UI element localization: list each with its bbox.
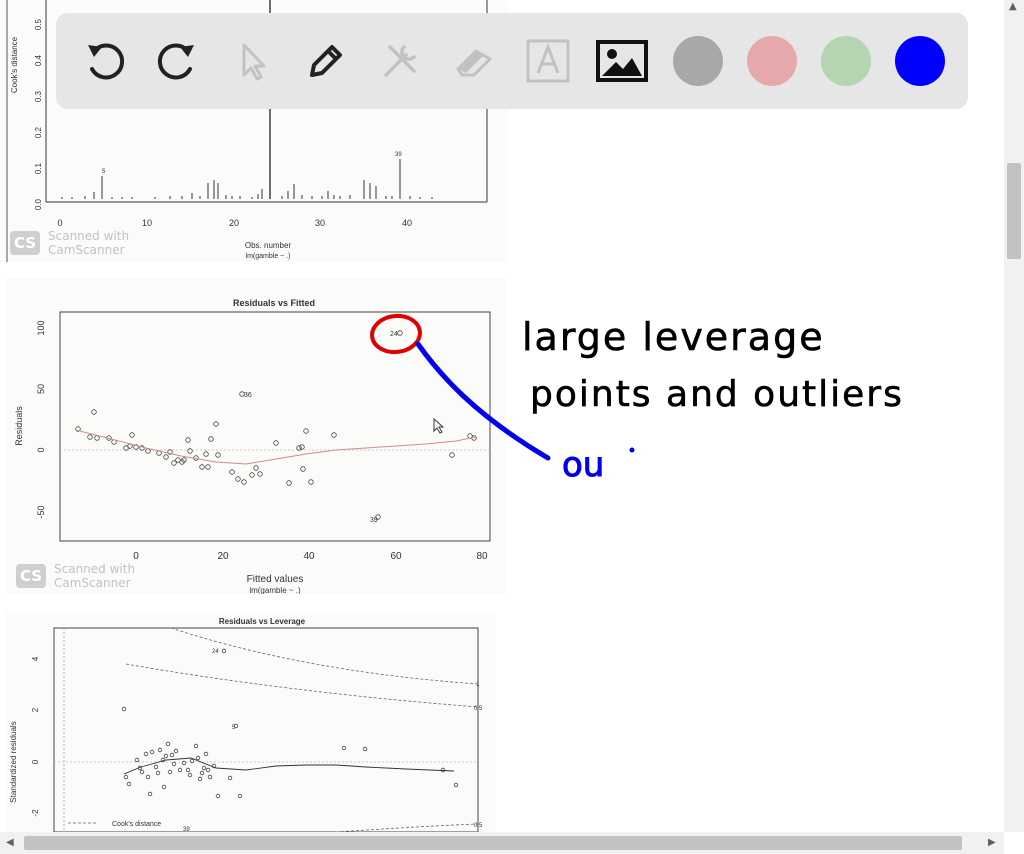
vertical-scrollbar[interactable]: ▲ [1004,0,1024,832]
cook-model: lm(gamble ~ .) [246,253,291,260]
rvf-ytick: 0 [36,447,46,452]
redo-icon[interactable] [148,31,208,91]
cook-xtick: 0 [57,218,62,228]
pink-color-swatch[interactable] [747,36,797,86]
drawing-toolbar [56,13,968,109]
camscanner-line2: CamScanner [48,243,125,257]
annotation-line2: points and outliers [530,374,904,415]
rvf-ytick: 100 [36,320,46,335]
camscanner-text: Scanned with CamScanner [54,562,135,590]
cook-xtick: 40 [402,218,412,228]
camscanner-logo: CS [16,564,46,588]
rvf-xtick: 80 [476,551,488,562]
rvl-title: Residuals vs Leverage [219,617,306,626]
rvf-xtick: 40 [303,551,315,562]
rvl-contour-label: 0.5 [474,823,483,829]
rvl-ylabel: Standardized residuals [9,721,18,802]
rvf-point-label: 39 [370,517,378,524]
rvf-ytick: 50 [36,384,46,394]
rvf-model: lm(gamble ~ .) [249,586,301,594]
camscanner-text: Scanned with CamScanner [48,229,129,257]
cook-xtick: 20 [229,218,239,228]
rvf-ylabel: Residuals [14,406,24,446]
residuals-vs-leverage-plot: Residuals vs Leverage 4 2 0 -2 Standardi… [6,612,496,832]
rvf-ytick: -50 [36,505,46,518]
rvl-legend: Cook's distance [112,821,161,828]
rvf-point-label: 24 [390,331,398,338]
scroll-right-arrow[interactable]: ▶ [988,838,996,848]
eraser-icon[interactable] [444,31,504,91]
residuals-vs-fitted-plot: Residuals vs Fitted 100 50 0 -50 Residua… [6,278,506,594]
cook-point-label: 39 [395,152,402,158]
camscanner-watermark: CS Scanned with CamScanner [10,229,129,257]
cook-ytick: 0.4 [34,54,43,66]
camscanner-line1: Scanned with [48,229,130,243]
camscanner-line2: CamScanner [54,576,131,590]
horizontal-scroll-thumb[interactable] [24,836,962,850]
camscanner-logo: CS [10,231,40,255]
cook-ytick: 0.5 [34,18,43,30]
rvl-point-label: 24 [212,649,219,655]
residuals-vs-leverage-svg: Residuals vs Leverage 4 2 0 -2 Standardi… [6,612,496,832]
cook-ytick: 0.1 [34,162,43,174]
cook-ytick: 0.3 [34,90,43,102]
rvl-ytick: 2 [31,707,40,712]
green-color-swatch[interactable] [821,36,871,86]
gray-color-swatch[interactable] [673,36,723,86]
pointer-icon[interactable] [222,31,282,91]
rvf-title: Residuals vs Fitted [233,298,315,308]
annotation-line1: large leverage [522,315,825,359]
annotation-fragment: ou [562,445,604,485]
camscanner-watermark: CS Scanned with CamScanner [16,562,135,590]
rvf-point-label: 36 [244,392,252,399]
cook-ytick: 0.0 [34,198,43,210]
rvf-xtick: 60 [390,551,402,562]
rvf-xlabel: Fitted values [247,574,304,585]
rvf-xtick: 20 [217,551,229,562]
cook-xlabel: Obs. number [245,241,292,250]
cook-ytick: 0.2 [34,126,43,138]
tools-icon[interactable] [370,31,430,91]
cook-xtick: 10 [142,218,152,228]
text-icon[interactable] [518,31,578,91]
rvf-xtick: 0 [133,551,139,562]
pen-icon[interactable] [296,31,356,91]
blue-color-swatch[interactable] [895,36,945,86]
vertical-scroll-thumb[interactable] [1007,163,1021,259]
undo-icon[interactable] [74,31,134,91]
ink-dot [629,447,635,453]
horizontal-scrollbar[interactable]: ◀ ▶ [0,832,1004,854]
cook-ylabel: Cook's distance [10,36,19,93]
cook-xtick: 30 [315,218,325,228]
camscanner-line1: Scanned with [54,562,136,576]
rvl-ytick: 4 [31,656,40,661]
rvl-ytick: -2 [31,809,40,817]
image-icon[interactable] [592,31,652,91]
residuals-vs-fitted-svg: Residuals vs Fitted 100 50 0 -50 Residua… [6,278,506,594]
scroll-left-arrow[interactable]: ◀ [6,838,14,848]
rvl-ytick: 0 [31,759,40,764]
scroll-up-arrow[interactable]: ▲ [1009,2,1017,12]
rvl-contour-label: 0.5 [474,706,483,712]
